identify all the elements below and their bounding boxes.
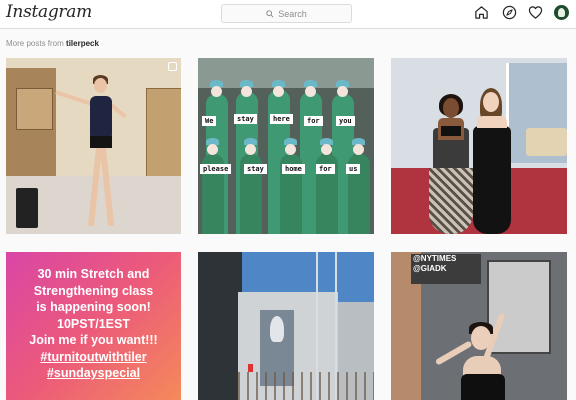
photo-woman-top (441, 126, 461, 136)
search-placeholder: Search (278, 8, 307, 19)
more-posts-username[interactable]: tilerpeck (66, 39, 99, 48)
photo-worker-face (245, 144, 256, 155)
photo-sign: We (202, 116, 217, 126)
photo-dancer-head (471, 326, 491, 350)
photo-woman-dress (473, 126, 511, 234)
promo-hashtag: #turnitoutwithtiler (40, 349, 147, 364)
photo-dancer-dress (461, 374, 505, 400)
photo-dancer-head (94, 78, 107, 93)
photo-table (526, 128, 567, 156)
promo-text: 30 min Stretch and Strengthening class i… (12, 266, 175, 382)
photo-woman-head (483, 92, 499, 112)
photo-signal (248, 364, 253, 372)
photo-poster-text: @NYTIMES @GIADK (413, 254, 479, 274)
post-thumbnail-event-photo[interactable] (391, 58, 567, 234)
photo-trees (238, 372, 374, 400)
photo-sign: home (282, 164, 305, 174)
photo-banner-figure (270, 316, 284, 342)
photo-woman-shoulders (477, 116, 507, 128)
home-icon[interactable] (474, 5, 489, 20)
post-thumbnail-class-announcement[interactable]: 30 min Stretch and Strengthening class i… (6, 252, 181, 400)
photo-sign: for (316, 164, 335, 174)
post-thumbnail-dancer-studio[interactable] (6, 58, 181, 234)
post-thumbnail-ballerina[interactable]: @NYTIMES @GIADK (391, 252, 567, 400)
photo-woman-skirt (429, 168, 473, 234)
photo-worker-face (305, 86, 316, 97)
photo-worker-face (337, 86, 348, 97)
video-post-icon (168, 62, 177, 71)
photo-worker-face (285, 144, 296, 155)
photo-speaker (16, 188, 38, 228)
photo-sign: stay (234, 114, 257, 124)
search-icon (266, 9, 274, 18)
photo-dark-building (198, 252, 242, 400)
promo-line: 30 min Stretch and (37, 267, 150, 281)
photo-dancer-shorts (90, 136, 112, 148)
promo-line: is happening soon! (36, 300, 151, 314)
promo-line: Join me if you want!!! (29, 333, 158, 347)
poster-line: @GIADK (413, 264, 447, 273)
photo-framed-poster (487, 260, 551, 354)
photo-dancer-body (90, 96, 112, 138)
promo-line: 10PST/1EST (57, 316, 130, 331)
post-thumbnail-building[interactable] (198, 252, 374, 400)
photo-sign: you (336, 116, 355, 126)
poster-line: @NYTIMES (413, 254, 457, 263)
photo-worker-face (273, 86, 284, 97)
photo-sign: us (346, 164, 361, 174)
instagram-logo[interactable]: Instagram (6, 2, 92, 22)
profile-avatar[interactable] (554, 5, 569, 20)
promo-hashtag: #sundayspecial (46, 366, 141, 380)
more-posts-prefix: More posts from (6, 39, 64, 48)
promo-line: Strengthening class (33, 283, 154, 298)
photo-sign: for (304, 116, 323, 126)
photo-sign: stay (244, 164, 267, 174)
photo-sign: here (270, 114, 293, 124)
more-posts-heading: More posts from tilerpeck (6, 39, 99, 48)
photo-cabinet-door (16, 88, 53, 130)
photo-worker-face (353, 144, 364, 155)
photo-worker-face (321, 144, 332, 155)
heart-icon[interactable] (528, 5, 543, 20)
post-thumbnail-medical-workers[interactable]: We stay here for you please stay home fo… (198, 58, 374, 234)
photo-worker-face (241, 86, 252, 97)
top-navigation-bar: Instagram Search (0, 0, 576, 29)
search-input[interactable]: Search (221, 4, 352, 23)
photo-woman-head (443, 98, 459, 118)
photo-shelf (146, 88, 181, 180)
photo-worker-face (211, 86, 222, 97)
photo-worker-face (207, 144, 218, 155)
explore-compass-icon[interactable] (502, 5, 517, 20)
photo-sign: please (200, 164, 232, 174)
